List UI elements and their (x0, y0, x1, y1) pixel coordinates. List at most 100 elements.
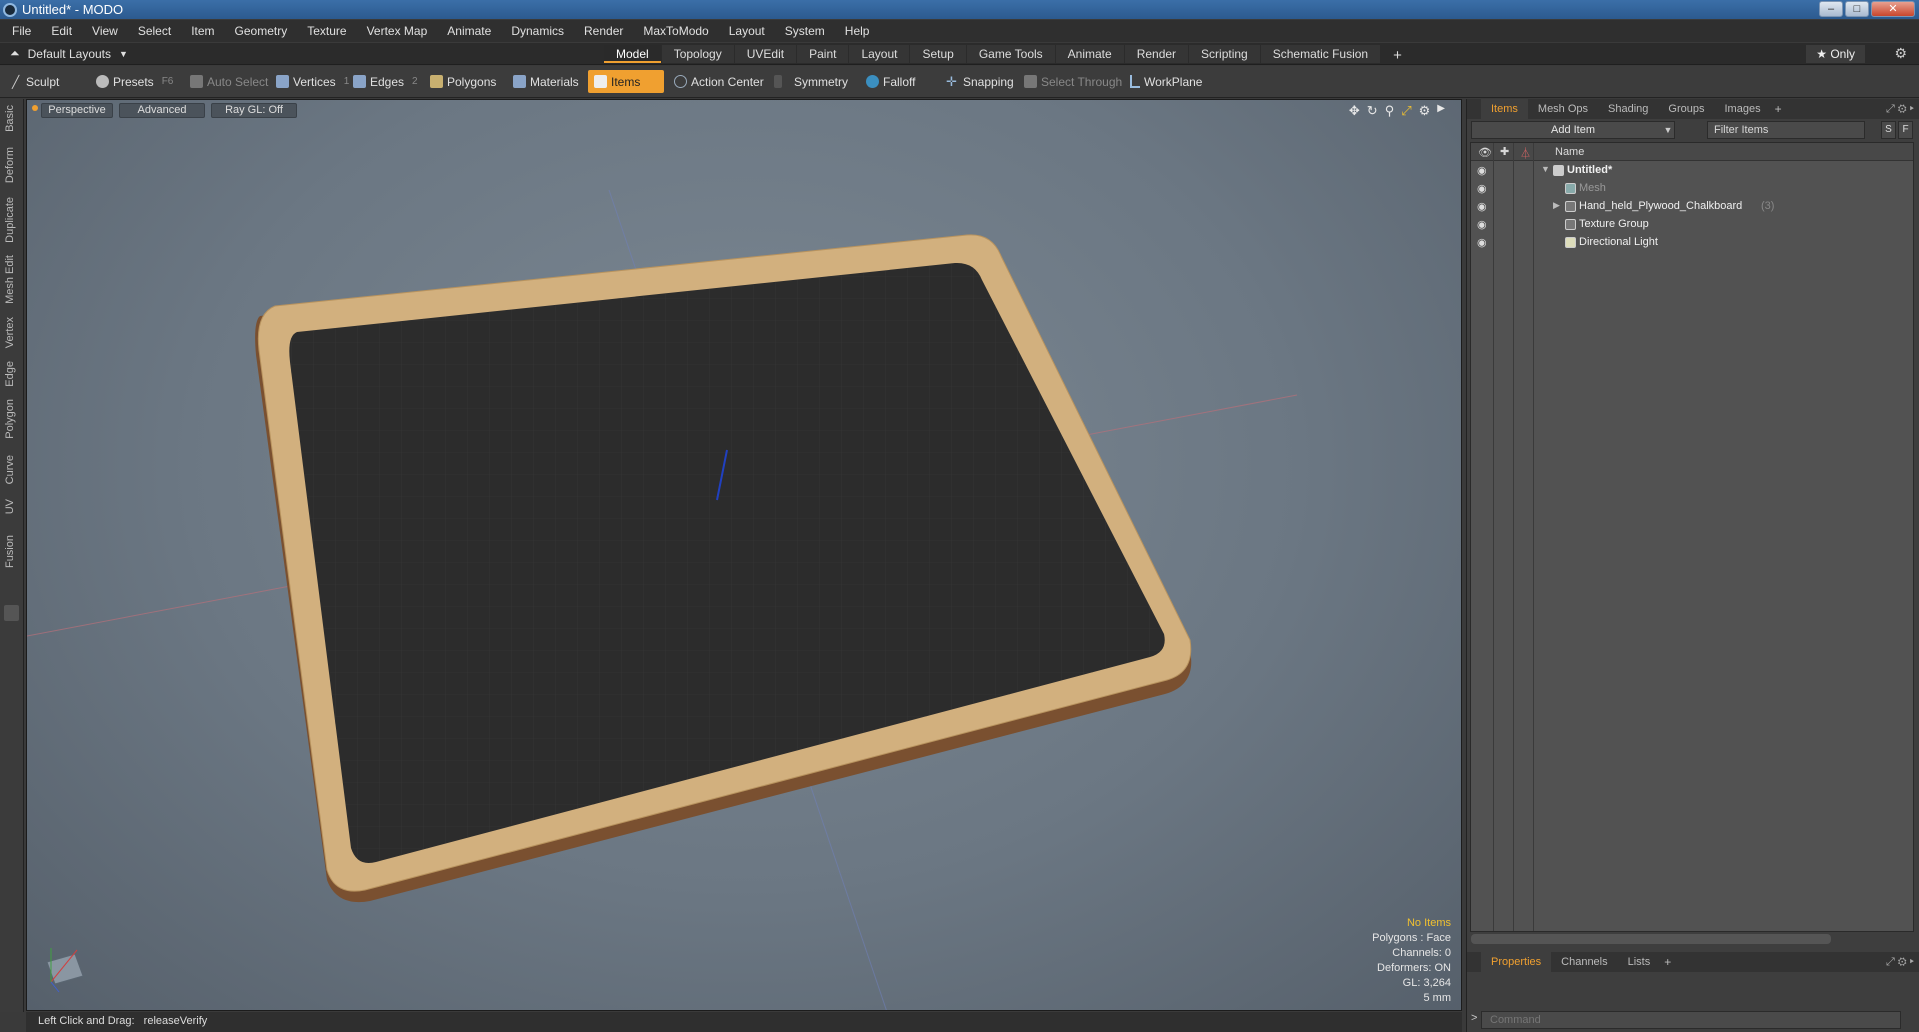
tab-topology[interactable]: Topology (661, 45, 734, 63)
menu-animate[interactable]: Animate (447, 24, 491, 38)
tab-vertex[interactable]: Vertex (4, 317, 16, 348)
visibility-eye-icon[interactable]: ◉ (1477, 219, 1489, 231)
fit-view-icon[interactable]: ⤢ (1401, 103, 1411, 119)
command-input[interactable] (1481, 1011, 1901, 1029)
tab-channels[interactable]: Channels (1551, 952, 1617, 972)
menu-file[interactable]: File (12, 24, 31, 38)
tab-lists[interactable]: Lists (1618, 952, 1661, 972)
add-item-button[interactable]: Add Item (1471, 121, 1675, 139)
list-item[interactable]: ◉ ▶ Hand_held_Plywood_Chalkboard (3) (1471, 198, 1913, 216)
auto-select-button[interactable]: Auto Select (184, 70, 274, 93)
list-item[interactable]: ◉ ▼ Untitled* (1471, 162, 1913, 180)
palette-toggle-icon[interactable] (4, 605, 19, 621)
tab-edge[interactable]: Edge (4, 361, 16, 387)
visibility-eye-icon[interactable]: ◉ (1477, 201, 1489, 213)
gear-icon[interactable]: ⚙ (1894, 45, 1907, 62)
3d-viewport[interactable]: Perspective Advanced Ray GL: Off ✥ ↻ ⚲ ⤢… (26, 99, 1462, 1011)
panel-controls-icon[interactable]: ⤢ ⚙ ▸ (1886, 956, 1914, 969)
tab-scripting[interactable]: Scripting (1189, 45, 1260, 63)
menu-layout[interactable]: Layout (729, 24, 765, 38)
menu-edit[interactable]: Edit (51, 24, 72, 38)
menu-dynamics[interactable]: Dynamics (511, 24, 564, 38)
menu-geometry[interactable]: Geometry (235, 24, 288, 38)
items-button[interactable]: Items (588, 70, 664, 93)
sculpt-button[interactable]: ╱ Sculpt (6, 70, 65, 93)
tab-curve[interactable]: Curve (4, 455, 16, 484)
lock-column-icon[interactable]: ✚ (1500, 145, 1509, 158)
viewport-expand-icon[interactable]: ▶ (1437, 103, 1445, 119)
item-list-scrollbar[interactable] (1471, 934, 1831, 944)
expand-arrow-icon[interactable]: ▼ (1541, 164, 1550, 174)
tab-setup[interactable]: Setup (910, 45, 966, 63)
tab-mesh-ops[interactable]: Mesh Ops (1528, 99, 1598, 119)
visibility-eye-icon[interactable]: ◉ (1477, 183, 1489, 195)
shading-mode-button[interactable]: Advanced (119, 103, 205, 118)
list-item[interactable]: ◉ Directional Light (1471, 234, 1913, 252)
select-through-button[interactable]: Select Through (1018, 70, 1128, 93)
workplane-button[interactable]: WorkPlane (1124, 70, 1208, 93)
panel-controls-icon[interactable]: ⤢ ⚙ ▸ (1886, 103, 1914, 116)
menu-view[interactable]: View (92, 24, 118, 38)
visibility-eye-icon[interactable]: ◉ (1477, 165, 1489, 177)
menu-select[interactable]: Select (138, 24, 171, 38)
tab-game-tools[interactable]: Game Tools (966, 45, 1055, 63)
zoom-icon[interactable]: ⚲ (1385, 103, 1395, 119)
vertices-button[interactable]: Vertices 1 (270, 70, 355, 93)
tab-images[interactable]: Images (1715, 99, 1771, 119)
chevron-down-icon[interactable]: ▼ (1660, 121, 1676, 139)
pan-icon[interactable]: ✥ (1349, 103, 1360, 119)
tab-paint[interactable]: Paint (797, 45, 849, 63)
viewport-options-dot[interactable] (32, 105, 38, 111)
add-panel-tab-button[interactable]: + (1664, 955, 1671, 969)
materials-button[interactable]: Materials (507, 70, 585, 93)
symmetry-button[interactable]: Symmetry (768, 70, 854, 93)
name-column-header[interactable]: Name (1555, 146, 1584, 158)
tab-mesh-edit[interactable]: Mesh Edit (4, 255, 16, 304)
viewport-settings-icon[interactable]: ⚙ (1419, 103, 1431, 119)
tab-render[interactable]: Render (1124, 45, 1189, 63)
tab-uvedit[interactable]: UVEdit (734, 45, 797, 63)
tab-layout[interactable]: Layout (849, 45, 910, 63)
layout-selector[interactable]: ⏶ Default Layouts ▼ (10, 46, 128, 61)
visibility-eye-icon[interactable]: ◉ (1477, 237, 1489, 249)
maximize-button[interactable]: □ (1845, 1, 1869, 17)
raygl-button[interactable]: Ray GL: Off (211, 103, 297, 118)
close-button[interactable]: ✕ (1871, 1, 1915, 17)
tab-deform[interactable]: Deform (4, 147, 16, 183)
tab-animate[interactable]: Animate (1055, 45, 1124, 63)
menu-help[interactable]: Help (845, 24, 870, 38)
tab-properties[interactable]: Properties (1481, 952, 1552, 972)
list-item[interactable]: ◉ Texture Group (1471, 216, 1913, 234)
menu-item[interactable]: Item (191, 24, 214, 38)
tab-model[interactable]: Model (604, 45, 661, 63)
tab-schematic-fusion[interactable]: Schematic Fusion (1260, 45, 1381, 63)
render-column-icon[interactable]: ⏃ (1520, 145, 1531, 161)
f-toggle-button[interactable]: F (1898, 121, 1913, 139)
tab-uv[interactable]: UV (4, 499, 16, 514)
minimize-button[interactable]: – (1819, 1, 1843, 17)
menu-maxtomodo[interactable]: MaxToModo (643, 24, 708, 38)
tab-polygon[interactable]: Polygon (4, 399, 16, 439)
expand-arrow-icon[interactable]: ▶ (1553, 200, 1560, 211)
snapping-button[interactable]: ✛ Snapping (940, 70, 1020, 93)
tab-basic[interactable]: Basic (4, 105, 16, 132)
list-item[interactable]: ◉ Mesh (1471, 180, 1913, 198)
add-tab-button[interactable]: + (1381, 45, 1414, 64)
tab-items[interactable]: Items (1481, 99, 1528, 119)
presets-button[interactable]: Presets F6 (90, 70, 179, 93)
tab-duplicate[interactable]: Duplicate (4, 197, 16, 243)
visibility-column-icon[interactable]: 👁 (1478, 146, 1492, 159)
menu-render[interactable]: Render (584, 24, 623, 38)
tab-fusion[interactable]: Fusion (4, 535, 16, 568)
s-toggle-button[interactable]: S (1881, 121, 1896, 139)
menu-system[interactable]: System (785, 24, 825, 38)
add-panel-tab-button[interactable]: + (1775, 102, 1782, 116)
polygons-button[interactable]: Polygons (424, 70, 502, 93)
edges-button[interactable]: Edges 2 (347, 70, 424, 93)
filter-items-input[interactable]: Filter Items (1707, 121, 1865, 139)
rotate-icon[interactable]: ↻ (1367, 103, 1378, 119)
menu-texture[interactable]: Texture (307, 24, 346, 38)
tab-shading[interactable]: Shading (1598, 99, 1658, 119)
action-center-button[interactable]: Action Center (668, 70, 770, 93)
view-type-button[interactable]: Perspective (41, 103, 113, 118)
